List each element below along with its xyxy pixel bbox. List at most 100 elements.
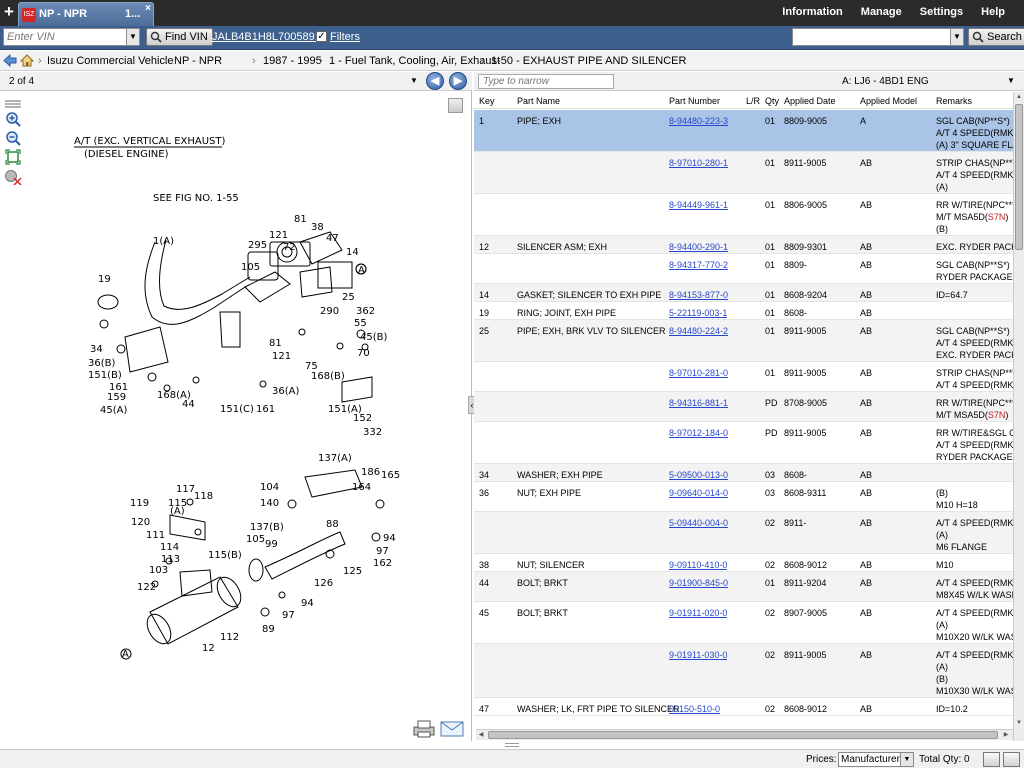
maximize-window-icon[interactable]: [1003, 752, 1020, 767]
new-tab-plus-icon[interactable]: +: [2, 3, 16, 21]
table-row[interactable]: 47 WASHER; LK, FRT PIPE TO SILENCER 09150-…: [474, 698, 1016, 716]
search-button[interactable]: Search: [968, 28, 1024, 46]
next-figure-arrow-icon[interactable]: ▶: [449, 72, 467, 90]
bottom-resize-grip[interactable]: [505, 743, 519, 747]
table-row[interactable]: 38 NUT; SILENCER 9-09110-410-0 02 8608-9012 A…: [474, 554, 1016, 572]
col-lr[interactable]: L/R: [746, 96, 760, 106]
cell-part-number[interactable]: 8-94480-223-3: [669, 115, 728, 127]
scroll-right-icon[interactable]: ▶: [1001, 730, 1011, 740]
table-row[interactable]: 45 BOLT; BRKT 9-01911-020-0 02 8907-9005 AB A/…: [474, 602, 1016, 644]
model-selector[interactable]: A: LJ6 - 4BD1 ENG: [842, 76, 929, 87]
vin-link[interactable]: JALB4B1H8L7005891: [212, 31, 321, 43]
illustration-pager: 2 of 4 ▼: [0, 72, 472, 91]
diagram-subtitle: (DIESEL ENGINE): [84, 149, 169, 160]
svg-text:47: 47: [326, 233, 339, 244]
back-arrow-icon[interactable]: [3, 54, 17, 67]
table-row[interactable]: 8-97012-184-0 PD 8911-9005 AB RR W/TIRE&SGL …: [474, 422, 1016, 464]
vin-dropdown-chevron-icon[interactable]: ▼: [126, 28, 140, 46]
table-row[interactable]: 8-97010-281-0 01 8911-9005 AB STRIP CHAS(NP*…: [474, 362, 1016, 392]
svg-text:140: 140: [260, 498, 279, 509]
cell-part-number[interactable]: 8-94316-881-1: [669, 397, 728, 409]
col-part-name[interactable]: Part Name: [517, 96, 560, 106]
breadcrumb-group[interactable]: 1 - Fuel Tank, Cooling, Air, Exhaust: [329, 55, 500, 67]
cell-part-number[interactable]: 9-01911-020-0: [669, 607, 727, 619]
breadcrumb-model[interactable]: NP - NPR: [174, 55, 222, 67]
horizontal-scroll-thumb[interactable]: [488, 731, 998, 739]
tab-close-icon[interactable]: ×: [143, 4, 153, 14]
breadcrumb-years[interactable]: 1987 - 1995: [263, 55, 322, 67]
scroll-down-icon[interactable]: ▼: [1014, 718, 1024, 728]
col-part-number[interactable]: Part Number: [669, 96, 720, 106]
cell-part-number[interactable]: 8-94400-290-1: [669, 241, 728, 253]
cell-applied-model: AB: [860, 260, 873, 270]
horizontal-scrollbar[interactable]: ◀ ▶: [476, 729, 1013, 740]
cell-part-number[interactable]: 5-09440-004-0: [669, 517, 728, 529]
svg-text:36(A): 36(A): [272, 386, 299, 397]
table-row[interactable]: 19 RING; JOINT, EXH PIPE 5-22119-003-1 01 86…: [474, 302, 1016, 320]
cell-part-number[interactable]: 09150-510-0: [669, 703, 720, 715]
cell-applied-model: AB: [860, 368, 873, 378]
col-key[interactable]: Key: [479, 96, 495, 106]
cell-part-number[interactable]: 8-97010-280-1: [669, 157, 728, 169]
cell-part-number[interactable]: 8-94153-877-0: [669, 289, 728, 301]
vertical-scrollbar[interactable]: ▲ ▼: [1013, 92, 1024, 741]
cell-part-number[interactable]: 9-01900-845-0: [669, 577, 728, 589]
cell-applied-date: 8911-9005: [784, 428, 827, 438]
nav-manage[interactable]: Manage: [852, 6, 911, 18]
remark-line: STRIP CHAS(NP**T*): [936, 368, 1016, 378]
table-row[interactable]: 25 PIPE; EXH, BRK VLV TO SILENCER 8-94480-…: [474, 320, 1016, 362]
cell-part-number[interactable]: 9-01911-030-0: [669, 649, 727, 661]
nav-help[interactable]: Help: [972, 6, 1014, 18]
table-row[interactable]: 8-97010-280-1 01 8911-9005 AB STRIP CHAS(NP*…: [474, 152, 1016, 194]
cell-part-number[interactable]: 5-22119-003-1: [669, 307, 727, 319]
col-applied-model[interactable]: Applied Model: [860, 96, 917, 106]
table-row[interactable]: 9-01911-030-0 02 8911-9005 AB A/T 4 SPEED(RM…: [474, 644, 1016, 698]
cell-remarks: RR W/TIRE(NPC***) M/T MSA5D(S7N) (B): [936, 199, 1016, 235]
table-row[interactable]: 36 NUT; EXH PIPE 9-09640-014-0 03 8608-9311 A…: [474, 482, 1016, 512]
nav-settings[interactable]: Settings: [911, 6, 972, 18]
cell-part-number[interactable]: 8-97012-184-0: [669, 427, 728, 439]
email-icon[interactable]: [440, 720, 464, 738]
scroll-up-icon[interactable]: ▲: [1014, 92, 1024, 102]
model-dropdown-chevron-icon[interactable]: ▼: [1007, 76, 1015, 85]
prices-dropdown-chevron-icon[interactable]: ▼: [900, 752, 914, 767]
col-applied-date[interactable]: Applied Date: [784, 96, 836, 106]
table-row[interactable]: 1 PIPE; EXH 8-94480-223-3 01 8809-9005 A SGL C…: [474, 110, 1016, 152]
filters-link[interactable]: Filters: [330, 31, 360, 43]
tab-np-npr[interactable]: ISZ NP - NPR 1... ×: [18, 2, 154, 26]
vin-input[interactable]: [3, 28, 129, 46]
filters-checkbox[interactable]: ✓: [316, 31, 327, 42]
printer-icon[interactable]: [412, 720, 436, 738]
page-dropdown-chevron-icon[interactable]: ▼: [410, 76, 418, 85]
table-row[interactable]: 12 SILENCER ASM; EXH 8-94400-290-1 01 8809-9…: [474, 236, 1016, 254]
table-row[interactable]: 34 WASHER; EXH PIPE 5-09500-013-0 03 8608- AB: [474, 464, 1016, 482]
nav-information[interactable]: Information: [773, 6, 852, 18]
cell-part-number[interactable]: 8-94480-224-2: [669, 325, 728, 337]
cell-part-number[interactable]: 8-94317-770-2: [669, 259, 728, 271]
table-row[interactable]: 14 GASKET; SILENCER TO EXH PIPE 8-94153-87…: [474, 284, 1016, 302]
find-vin-button[interactable]: Find VIN: [146, 28, 213, 46]
cell-part-number[interactable]: 9-09640-014-0: [669, 487, 728, 499]
table-row[interactable]: 8-94317-770-2 01 8809- AB SGL CAB(NP**S*) RYD…: [474, 254, 1016, 284]
cell-part-number[interactable]: 8-97010-281-0: [669, 367, 728, 379]
search-input[interactable]: [792, 28, 954, 46]
col-remarks[interactable]: Remarks: [936, 96, 972, 106]
table-row[interactable]: 8-94449-961-1 01 8806-9005 AB RR W/TIRE(NPC*…: [474, 194, 1016, 236]
breadcrumb-make[interactable]: Isuzu Commercial Vehicle: [47, 55, 174, 67]
cell-part-number[interactable]: 8-94449-961-1: [669, 199, 728, 211]
search-dropdown-chevron-icon[interactable]: ▼: [950, 28, 964, 46]
svg-text:A: A: [358, 265, 365, 276]
cell-part-number[interactable]: 9-09110-410-0: [669, 559, 727, 571]
narrow-filter-input[interactable]: [478, 74, 614, 89]
cell-remarks: (B) M10 H=18: [936, 487, 1016, 511]
col-qty[interactable]: Qty: [765, 96, 779, 106]
table-row[interactable]: 5-09440-004-0 02 8911- AB A/T 4 SPEED(RMK) (A…: [474, 512, 1016, 554]
previous-figure-arrow-icon[interactable]: ◀: [426, 72, 444, 90]
table-row[interactable]: 44 BOLT; BRKT 9-01900-845-0 01 8911-9204 AB A/…: [474, 572, 1016, 602]
restore-window-icon[interactable]: [983, 752, 1000, 767]
vertical-scroll-thumb[interactable]: [1015, 104, 1023, 250]
table-row[interactable]: 8-94316-881-1 PD 8708-9005 AB RR W/TIRE(NPC*…: [474, 392, 1016, 422]
cell-part-number[interactable]: 5-09500-013-0: [669, 469, 728, 481]
scroll-left-icon[interactable]: ◀: [476, 730, 486, 740]
home-icon[interactable]: [20, 54, 34, 67]
